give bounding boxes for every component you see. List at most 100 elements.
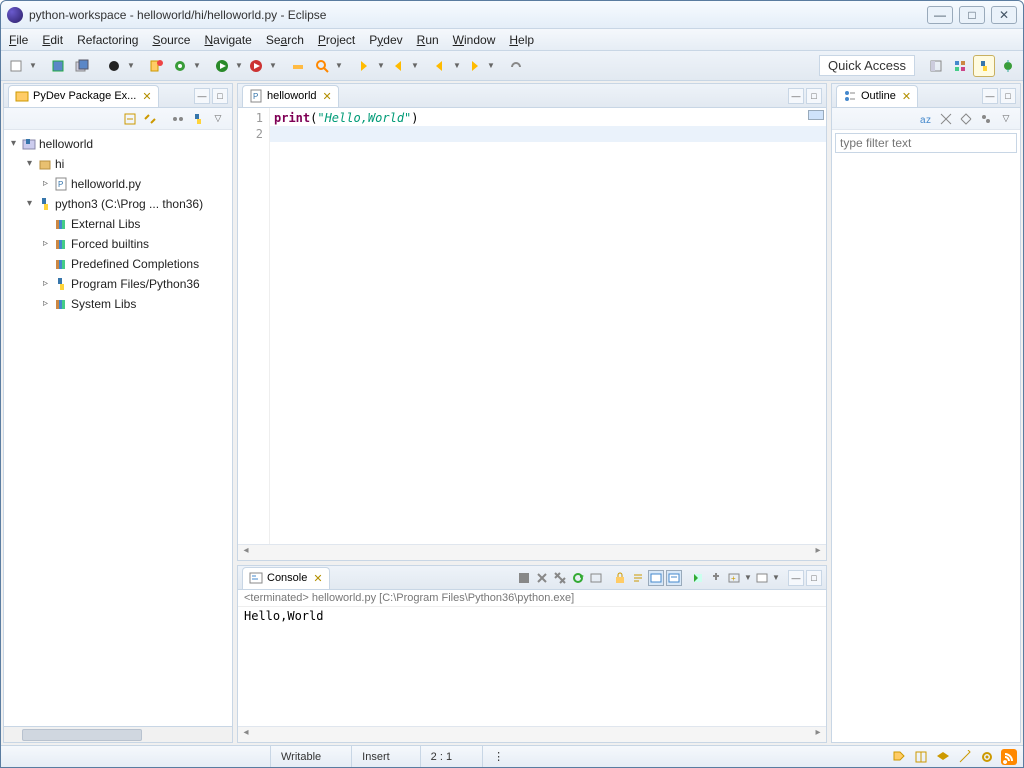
back-button[interactable] [429, 55, 451, 77]
build-button[interactable] [287, 55, 309, 77]
pin-icon[interactable] [708, 570, 724, 586]
tree-python[interactable]: python3 (C:\Prog ... thon36) [55, 194, 203, 214]
status-cap-icon[interactable] [935, 749, 951, 765]
maximize-view-button[interactable]: □ [212, 88, 228, 104]
tree-file[interactable]: helloworld.py [71, 174, 141, 194]
tree-root[interactable]: helloworld [39, 134, 93, 154]
outline-tab[interactable]: Outline ✕ [836, 85, 918, 107]
minimize-view-button[interactable]: ― [788, 570, 804, 586]
menu-help[interactable]: Help [509, 33, 534, 47]
package-explorer-tab[interactable]: PyDev Package Ex... ✕ [8, 85, 159, 107]
switch-button[interactable] [103, 55, 125, 77]
horizontal-scrollbar[interactable] [4, 726, 232, 742]
next-annotation-button[interactable] [353, 55, 375, 77]
console-tab[interactable]: Console ✕ [242, 567, 330, 589]
save-all-button[interactable] [71, 55, 93, 77]
pydev-perspective-button[interactable] [973, 55, 995, 77]
open-console-icon[interactable]: + [726, 570, 742, 586]
outline-filter-input[interactable] [835, 133, 1017, 153]
forward-button[interactable] [463, 55, 485, 77]
prev-annotation-button[interactable] [387, 55, 409, 77]
twisty-icon[interactable]: ▹ [40, 294, 51, 314]
close-icon[interactable]: ✕ [313, 572, 322, 585]
resource-perspective-button[interactable] [949, 55, 971, 77]
minimize-view-button[interactable]: ― [788, 88, 804, 104]
editor-horizontal-scrollbar[interactable]: ◂▸ [238, 544, 826, 560]
editor-tab[interactable]: P helloworld ✕ [242, 85, 339, 107]
view-menu-icon[interactable]: ▽ [210, 111, 226, 127]
maximize-view-button[interactable]: □ [806, 88, 822, 104]
tree-item[interactable]: System Libs [71, 294, 136, 314]
maximize-view-button[interactable]: □ [1000, 88, 1016, 104]
new-console-icon[interactable] [754, 570, 770, 586]
new-button[interactable] [5, 55, 27, 77]
remove-launch-icon[interactable] [534, 570, 550, 586]
menu-navigate[interactable]: Navigate [204, 33, 251, 47]
search-button[interactable] [311, 55, 333, 77]
view-menu-icon[interactable]: ▽ [998, 111, 1014, 127]
tree-item[interactable]: Program Files/Python36 [71, 274, 200, 294]
relaunch-icon[interactable] [570, 570, 586, 586]
collapse-all-icon[interactable] [122, 111, 138, 127]
quick-access[interactable]: Quick Access [819, 55, 915, 76]
twisty-icon[interactable]: ▹ [40, 174, 51, 194]
tree-hi[interactable]: hi [55, 154, 64, 174]
twisty-icon[interactable]: ▾ [24, 194, 35, 214]
debug-button[interactable] [169, 55, 191, 77]
word-wrap-icon[interactable] [630, 570, 646, 586]
console-horizontal-scrollbar[interactable]: ◂▸ [238, 726, 826, 742]
new-module-button[interactable] [145, 55, 167, 77]
close-icon[interactable]: ✕ [902, 90, 911, 103]
close-icon[interactable]: ✕ [142, 90, 151, 103]
close-icon[interactable]: ✕ [323, 90, 332, 103]
link-icon[interactable] [978, 111, 994, 127]
close-button[interactable]: ✕ [991, 6, 1017, 24]
coverage-button[interactable] [245, 55, 267, 77]
status-gear-icon[interactable] [979, 749, 995, 765]
filter-icon[interactable] [170, 111, 186, 127]
pin-console-icon[interactable] [666, 570, 682, 586]
show-console-icon[interactable] [648, 570, 664, 586]
save-button[interactable] [47, 55, 69, 77]
code-editor[interactable]: 1 2 print("Hello,World") [238, 108, 826, 544]
terminate-icon[interactable] [516, 570, 532, 586]
display-console-icon[interactable] [690, 570, 706, 586]
link-editor-icon[interactable] [142, 111, 158, 127]
status-pencil-icon[interactable] [957, 749, 973, 765]
minimize-view-button[interactable]: ― [194, 88, 210, 104]
menu-refactoring[interactable]: Refactoring [77, 33, 138, 47]
remove-all-icon[interactable] [552, 570, 568, 586]
tree-item[interactable]: Forced builtins [71, 234, 149, 254]
status-tag-icon[interactable] [891, 749, 907, 765]
menu-file[interactable]: File [9, 33, 28, 47]
menu-window[interactable]: Window [453, 33, 496, 47]
minimize-button[interactable]: — [927, 6, 953, 24]
clear-console-icon[interactable] [588, 570, 604, 586]
scroll-lock-icon[interactable] [612, 570, 628, 586]
twisty-icon[interactable]: ▾ [24, 154, 35, 174]
open-perspective-button[interactable] [925, 55, 947, 77]
sort-icon[interactable]: az [918, 111, 934, 127]
debug-perspective-button[interactable] [997, 55, 1019, 77]
run-button[interactable] [211, 55, 233, 77]
expand-icon[interactable] [958, 111, 974, 127]
menu-search[interactable]: Search [266, 33, 304, 47]
maximize-button[interactable]: □ [959, 6, 985, 24]
minimize-view-button[interactable]: ― [982, 88, 998, 104]
twisty-icon[interactable]: ▾ [8, 134, 19, 154]
menu-source[interactable]: Source [152, 33, 190, 47]
new-py-icon[interactable] [190, 111, 206, 127]
hide-fields-icon[interactable] [938, 111, 954, 127]
console-output[interactable]: Hello,World [238, 607, 826, 726]
menu-project[interactable]: Project [318, 33, 355, 47]
status-rss-icon[interactable] [1001, 749, 1017, 765]
tree-item[interactable]: Predefined Completions [71, 254, 199, 274]
package-tree[interactable]: ▾helloworld ▾hi ▹Phelloworld.py ▾python3… [4, 130, 232, 726]
status-book-icon[interactable] [913, 749, 929, 765]
menu-run[interactable]: Run [417, 33, 439, 47]
menu-edit[interactable]: Edit [42, 33, 63, 47]
twisty-icon[interactable]: ▹ [40, 274, 51, 294]
maximize-view-button[interactable]: □ [806, 570, 822, 586]
twisty-icon[interactable]: ▹ [40, 234, 51, 254]
redo-button[interactable] [505, 55, 527, 77]
